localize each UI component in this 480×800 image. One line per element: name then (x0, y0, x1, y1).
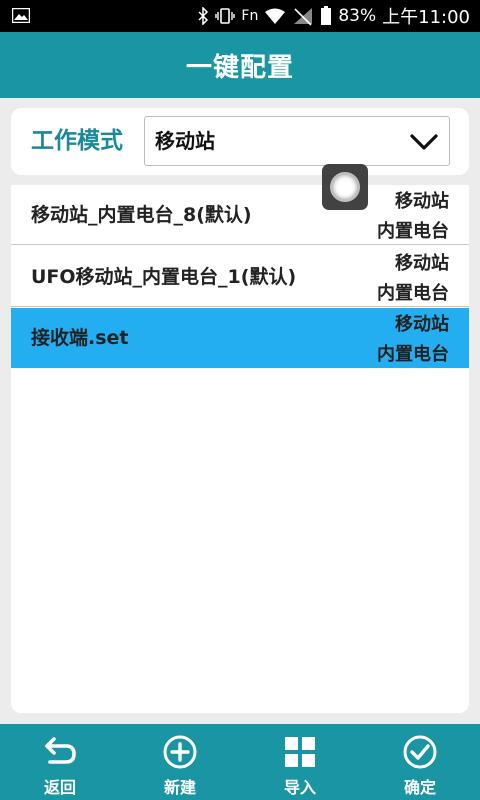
header: 一键配置 (0, 32, 480, 98)
config-meta: 移动站 内置电台 (377, 187, 449, 247)
import-label: 导入 (283, 778, 316, 797)
add-circle-icon (163, 735, 197, 769)
config-meta: 移动站 内置电台 (377, 249, 449, 309)
battery-icon (321, 6, 332, 25)
config-mode: 移动站 (395, 253, 449, 274)
back-button[interactable]: 返回 (0, 724, 120, 800)
config-meta: 移动站 内置电台 (377, 310, 449, 370)
bottom-toolbar: 返回 新建 导入 确定 (0, 724, 480, 800)
new-label: 新建 (163, 778, 196, 797)
new-button[interactable]: 新建 (120, 724, 240, 800)
clock: 上午11:00 (382, 7, 470, 28)
bluetooth-icon (198, 7, 209, 25)
image-icon (12, 8, 30, 23)
list-item[interactable]: UFO移动站_内置电台_1(默认) 移动站 内置电台 (11, 247, 469, 307)
work-mode-label: 工作模式 (31, 128, 123, 154)
import-button[interactable]: 导入 (240, 724, 360, 800)
wifi-icon (265, 8, 286, 24)
vibrate-icon (215, 8, 236, 24)
config-radio: 内置电台 (377, 283, 449, 304)
list-item-selected[interactable]: 接收端.set 移动站 内置电台 (11, 308, 469, 368)
battery-percent: 83% (338, 6, 377, 26)
floating-assist-button[interactable] (322, 164, 368, 210)
confirm-button[interactable]: 确定 (360, 724, 480, 800)
config-radio: 内置电台 (377, 221, 449, 242)
status-bar: Fn 83% 上午11:00 (0, 0, 480, 32)
work-mode-value: 移动站 (155, 129, 215, 153)
config-mode: 移动站 (395, 191, 449, 212)
assist-dot-icon (330, 172, 360, 202)
list-item[interactable]: 移动站_内置电台_8(默认) 移动站 内置电台 (11, 185, 469, 245)
check-circle-icon (403, 735, 437, 769)
grid-icon (285, 737, 315, 767)
config-radio: 内置电台 (377, 344, 449, 365)
config-name: UFO移动站_内置电台_1(默认) (31, 266, 297, 288)
work-mode-card: 工作模式 移动站 (11, 108, 469, 175)
config-mode: 移动站 (395, 314, 449, 335)
config-list: 移动站_内置电台_8(默认) 移动站 内置电台 UFO移动站_内置电台_1(默认… (11, 185, 469, 713)
back-label: 返回 (43, 778, 76, 797)
page-title: 一键配置 (185, 52, 294, 83)
back-arrow-icon (45, 737, 76, 764)
no-signal-icon (294, 8, 313, 26)
config-name: 移动站_内置电台_8(默认) (31, 204, 252, 226)
status-indicators: Fn 83% 上午11:00 (197, 0, 470, 32)
chevron-down-icon (410, 134, 438, 150)
confirm-label: 确定 (403, 778, 436, 797)
config-name: 接收端.set (31, 327, 129, 349)
work-mode-dropdown[interactable]: 移动站 (144, 116, 450, 166)
fn-indicator: Fn (241, 8, 259, 24)
